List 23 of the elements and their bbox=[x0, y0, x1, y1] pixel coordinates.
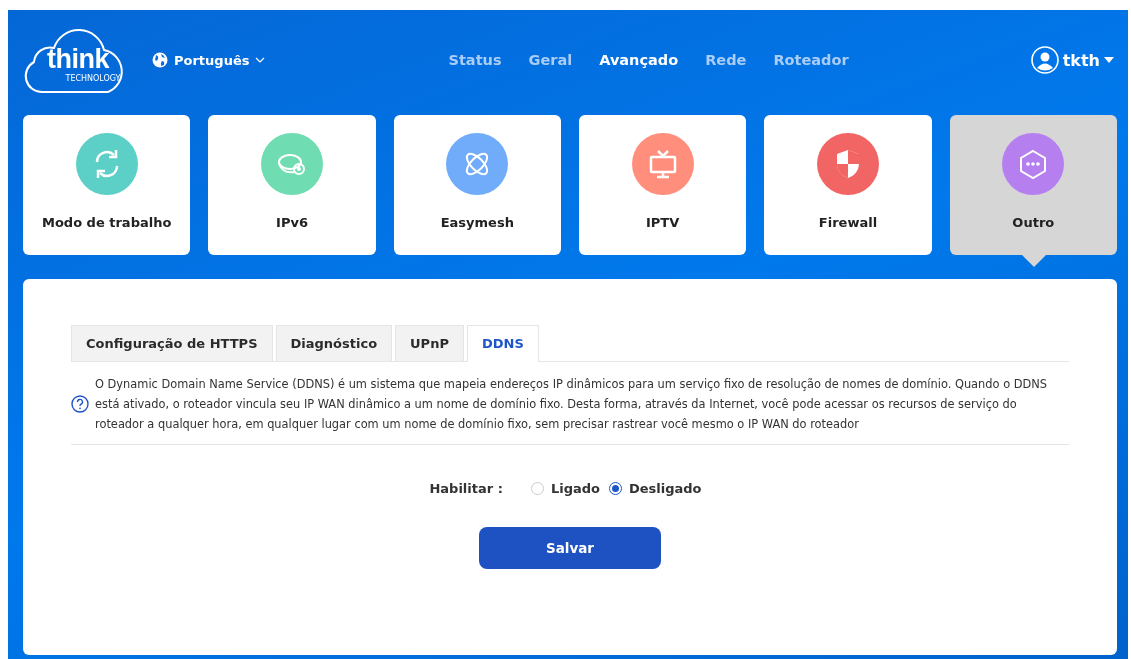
tab[interactable]: UPnP bbox=[395, 325, 464, 361]
user-menu[interactable]: tkth bbox=[1030, 46, 1114, 74]
feature-card[interactable]: Firewall bbox=[764, 115, 932, 255]
caret-icon bbox=[1104, 57, 1114, 63]
radio-option[interactable]: Desligado bbox=[608, 481, 702, 496]
selection-pointer bbox=[1021, 255, 1046, 267]
nav-link[interactable]: Avançado bbox=[599, 52, 679, 68]
radio-option[interactable]: Ligado bbox=[530, 481, 600, 496]
language-selector[interactable]: Português bbox=[152, 52, 266, 68]
feature-card[interactable]: Modo de trabalho bbox=[23, 115, 191, 255]
description-text: O Dynamic Domain Name Service (DDNS) é um sistema que mapeia endereços IP dinâmicos para um serviço fixo de resolução de nomes de domínio. Quando o DDNS está ativado, o roteador vincula seu IP WAN dinâmico a um nome de domínio fixo. Desta forma, através da Internet, você pode acessar os recursos de serviço do roteador a qualquer hora, em qualquer lugar com um nome de domínio fixo, sem precisar rastrear você mesmo o IP WAN do roteador bbox=[95, 376, 1048, 433]
globe-icon bbox=[152, 52, 168, 68]
user-icon bbox=[1030, 46, 1059, 74]
save-button[interactable]: Salvar bbox=[479, 527, 661, 569]
tab[interactable]: Diagnóstico bbox=[275, 325, 393, 361]
tab[interactable]: DDNS bbox=[466, 325, 539, 362]
feature-card[interactable]: Easymesh bbox=[393, 115, 561, 255]
help-icon bbox=[71, 395, 89, 413]
tab[interactable]: Configuração de HTTPS bbox=[71, 325, 273, 361]
field-label: Habilitar : bbox=[429, 481, 503, 496]
feature-card[interactable]: IPTV bbox=[579, 115, 747, 255]
feature-card[interactable]: IPv6 bbox=[208, 115, 376, 255]
chevron-icon bbox=[255, 57, 266, 63]
